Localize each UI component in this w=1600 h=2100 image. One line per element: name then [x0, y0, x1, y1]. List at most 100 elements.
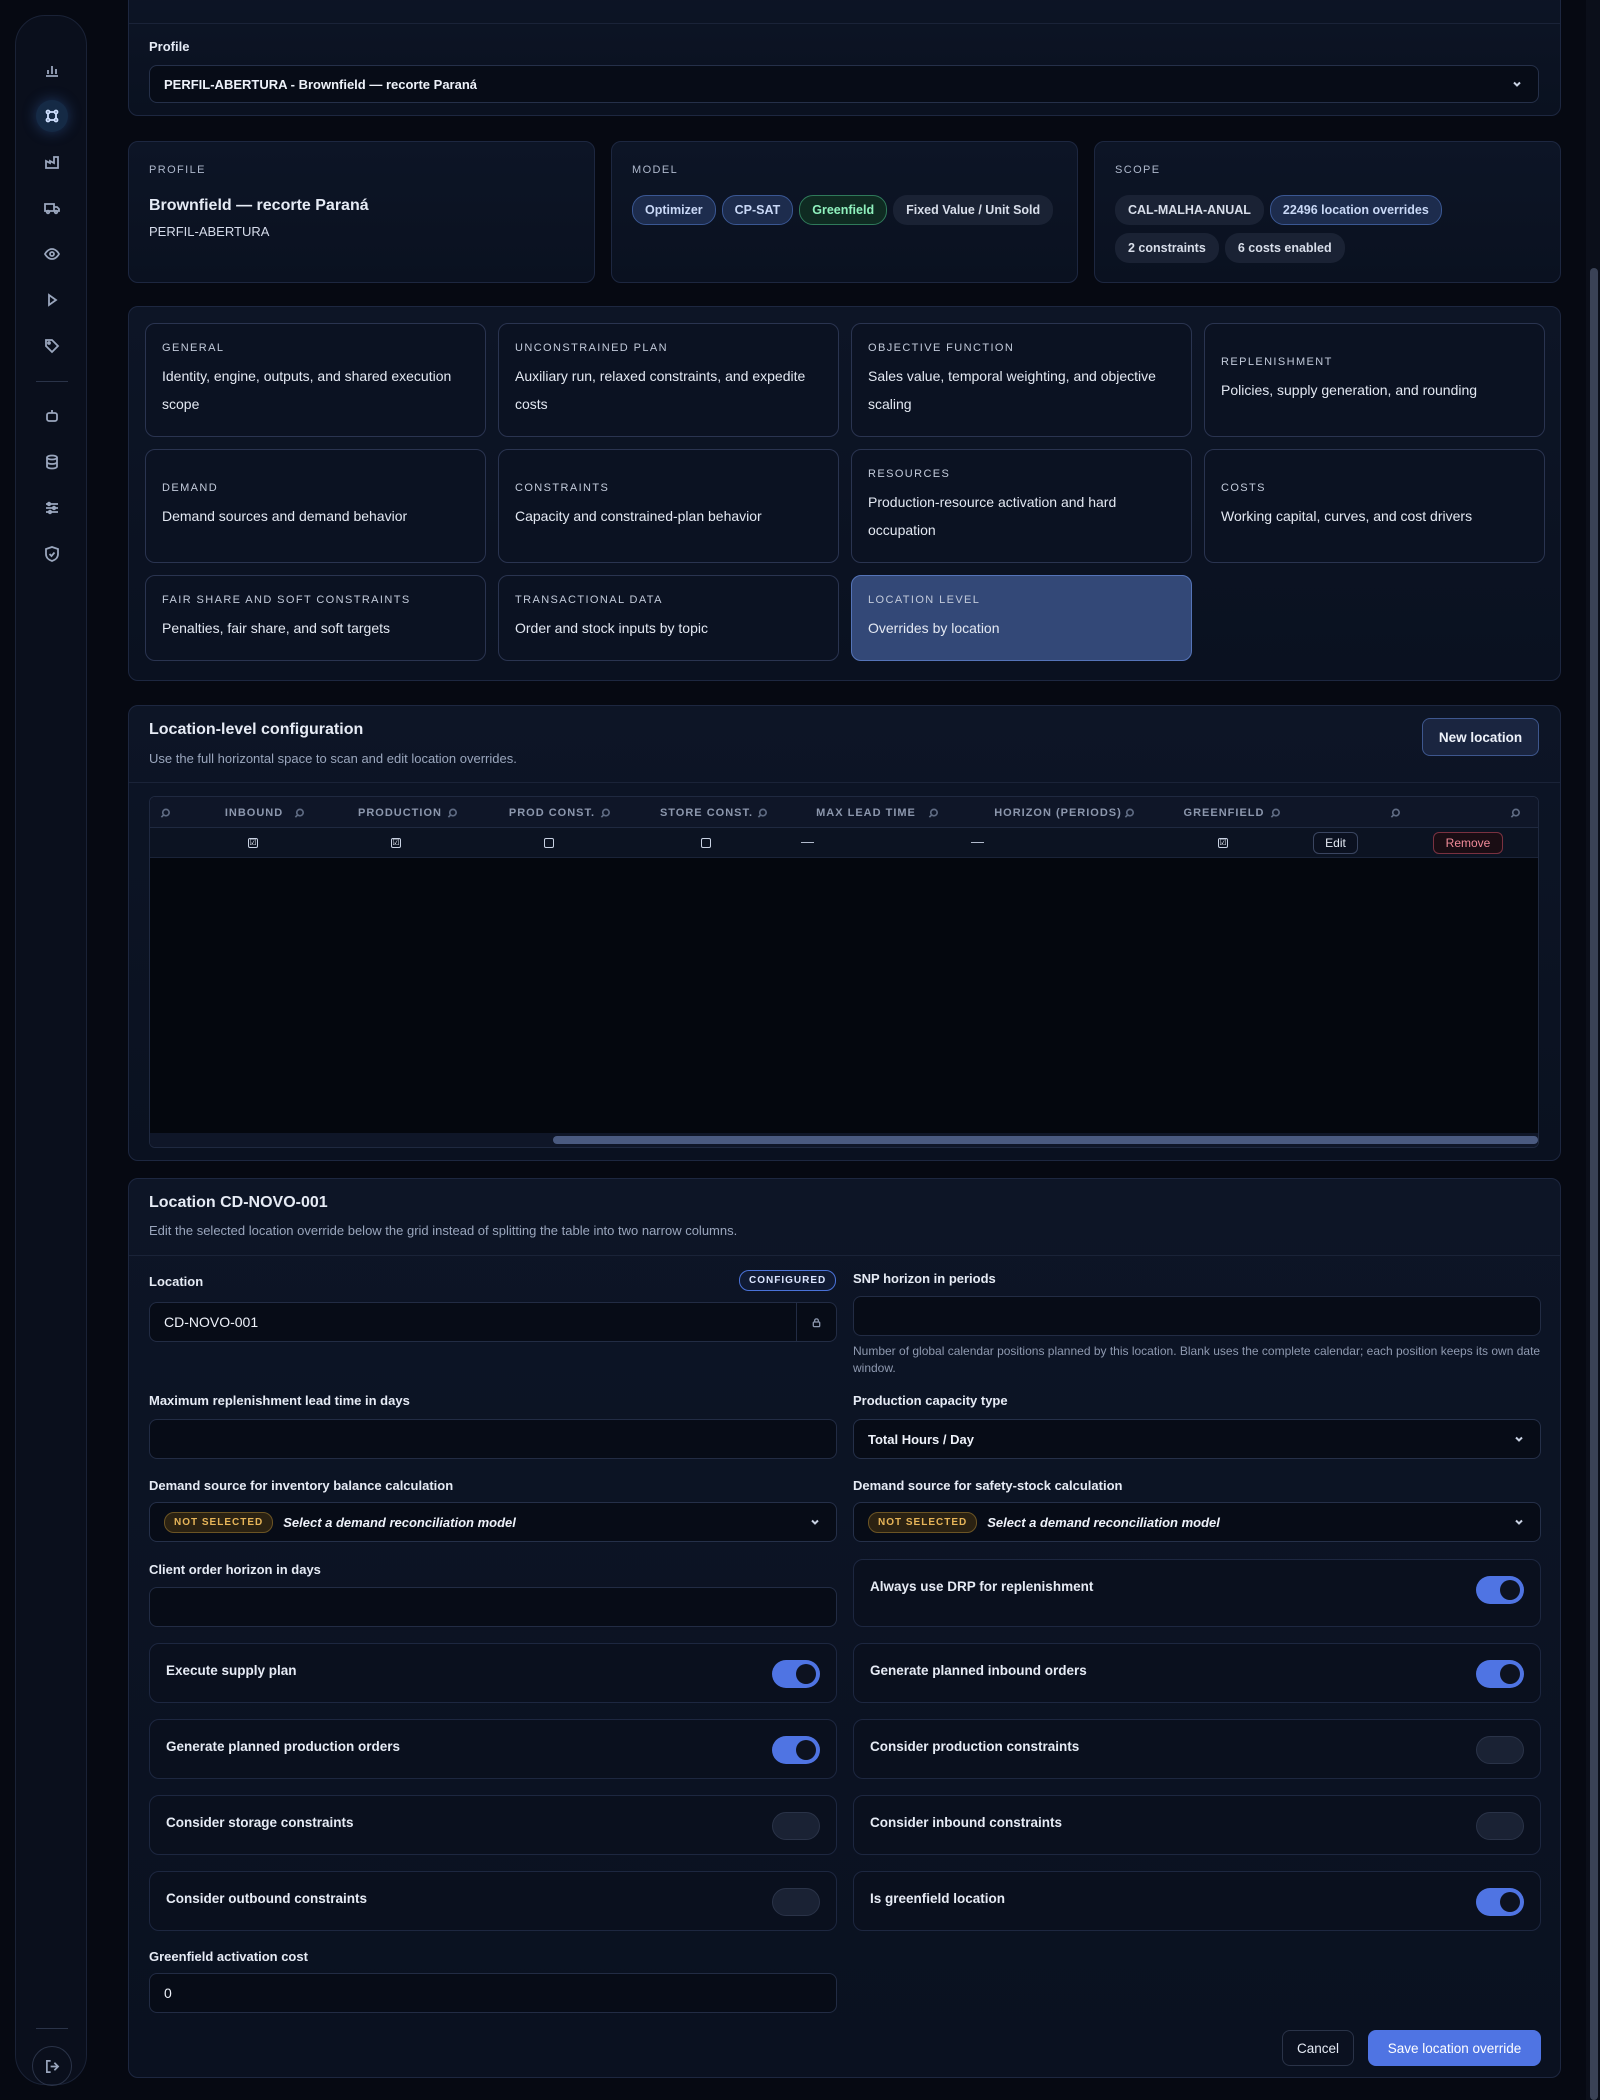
section-title: DEMAND	[162, 482, 219, 494]
column-search-icon[interactable]	[1510, 806, 1521, 818]
column-search-icon[interactable]	[1124, 806, 1135, 818]
toggle-switch[interactable]	[772, 1660, 820, 1688]
toggle-switch[interactable]	[1476, 1736, 1524, 1764]
store-const-checkbox[interactable]	[701, 838, 711, 848]
robot-icon[interactable]	[36, 400, 68, 432]
chevron-down-icon	[1510, 1430, 1528, 1448]
column-search-icon[interactable]	[294, 806, 305, 818]
section-card-demand[interactable]: DEMAND Demand sources and demand behavior	[145, 449, 486, 563]
production-checkbox[interactable]: ☑	[391, 838, 401, 848]
tag-icon[interactable]	[36, 330, 68, 362]
toggle-switch[interactable]	[772, 1812, 820, 1840]
database-icon[interactable]	[36, 446, 68, 478]
profile-panel: Profile PERFIL-ABERTURA - Brownfield — r…	[128, 0, 1561, 116]
column-search-icon[interactable]	[447, 806, 458, 818]
toggle-outbound-constraints[interactable]: Consider outbound constraints	[149, 1871, 837, 1931]
toggle-switch[interactable]	[1476, 1576, 1524, 1604]
column-search-icon[interactable]	[1390, 806, 1401, 818]
eye-icon[interactable]	[36, 238, 68, 270]
play-icon[interactable]	[36, 284, 68, 316]
location-config-subtitle: Use the full horizontal space to scan an…	[149, 751, 517, 766]
network-icon[interactable]	[36, 100, 68, 132]
edit-row-button[interactable]: Edit	[1313, 832, 1358, 854]
section-title: OBJECTIVE FUNCTION	[868, 342, 1015, 354]
toggle-planned-inbound[interactable]: Generate planned inbound orders	[853, 1643, 1541, 1703]
section-card-unconstrained-plan[interactable]: UNCONSTRAINED PLAN Auxiliary run, relaxed…	[498, 323, 839, 437]
toggle-label: Consider outbound constraints	[166, 1891, 367, 1906]
column-max-lead-time[interactable]: MAX LEAD TIME	[798, 797, 934, 828]
section-card-replenishment[interactable]: REPLENISHMENT Policies, supply generation…	[1204, 323, 1545, 437]
toggle-storage-constraints[interactable]: Consider storage constraints	[149, 1795, 837, 1855]
section-desc: Capacity and constrained-plan behavior	[515, 508, 762, 524]
greenfield-checkbox[interactable]: ☑	[1218, 838, 1228, 848]
toggle-switch[interactable]	[772, 1888, 820, 1916]
new-location-button[interactable]: New location	[1422, 718, 1539, 756]
toggle-label: Consider inbound constraints	[870, 1815, 1063, 1830]
scope-summary-card: SCOPE CAL-MALHA-ANUAL 22496 location over…	[1094, 141, 1561, 283]
safety-stock-demand-select[interactable]: NOT SELECTED Select a demand reconciliat…	[853, 1502, 1541, 1542]
location-input[interactable]: CD-NOVO-001	[149, 1302, 837, 1342]
section-nav: GENERAL Identity, engine, outputs, and sh…	[128, 306, 1561, 681]
toggle-greenfield-location[interactable]: Is greenfield location	[853, 1871, 1541, 1931]
chevron-down-icon	[1508, 75, 1526, 93]
section-desc: Working capital, curves, and cost driver…	[1221, 508, 1473, 524]
profile-select[interactable]: PERFIL-ABERTURA - Brownfield — recorte P…	[149, 65, 1539, 103]
column-search-icon[interactable]	[757, 806, 768, 818]
section-card-transactional-data[interactable]: TRANSACTIONAL DATA Order and stock inputs…	[498, 575, 839, 661]
bar-chart-icon[interactable]	[36, 54, 68, 86]
chip-optimizer: Optimizer	[632, 195, 716, 225]
toggle-label: Always use DRP for replenishment	[870, 1579, 1094, 1594]
client-horizon-input[interactable]	[149, 1587, 837, 1627]
remove-row-button[interactable]: Remove	[1433, 832, 1503, 854]
section-card-location-level[interactable]: LOCATION LEVEL Overrides by location	[851, 575, 1192, 661]
section-card-resources[interactable]: RESOURCES Production-resource activation …	[851, 449, 1192, 563]
logout-icon[interactable]	[32, 2046, 72, 2086]
toggle-always-drp[interactable]: Always use DRP for replenishment	[853, 1559, 1541, 1627]
horizontal-scrollbar[interactable]	[150, 1133, 1538, 1147]
toggle-switch[interactable]	[1476, 1888, 1524, 1916]
toggle-execute-supply-plan[interactable]: Execute supply plan	[149, 1643, 837, 1703]
profile-label: Profile	[149, 39, 190, 54]
column-search-icon[interactable]	[1270, 806, 1281, 818]
not-selected-badge: NOT SELECTED	[164, 1511, 274, 1533]
prod-const-checkbox[interactable]	[544, 838, 554, 848]
inventory-demand-select[interactable]: NOT SELECTED Select a demand reconciliat…	[149, 1502, 837, 1542]
section-title: LOCATION LEVEL	[868, 594, 981, 606]
column-search-icon[interactable]	[600, 806, 611, 818]
table-row[interactable]: ☑ ☑ — — ☑ Edit Remove	[150, 828, 1538, 858]
location-input-value: CD-NOVO-001	[164, 1314, 259, 1330]
section-desc: Production-resource activation and hard …	[868, 494, 1117, 538]
toggle-switch[interactable]	[1476, 1812, 1524, 1840]
toggle-inbound-constraints[interactable]: Consider inbound constraints	[853, 1795, 1541, 1855]
toggle-switch[interactable]	[772, 1736, 820, 1764]
chip-greenfield: Greenfield	[799, 195, 888, 225]
section-card-objective-function[interactable]: OBJECTIVE FUNCTION Sales value, temporal …	[851, 323, 1192, 437]
chip-cp-sat: CP-SAT	[721, 195, 794, 225]
inbound-checkbox[interactable]: ☑	[248, 838, 258, 848]
section-desc: Policies, supply generation, and roundin…	[1221, 382, 1478, 398]
truck-icon[interactable]	[36, 192, 68, 224]
max-lead-time-input[interactable]	[149, 1419, 837, 1459]
toggle-production-constraints[interactable]: Consider production constraints	[853, 1719, 1541, 1779]
toggle-switch[interactable]	[1476, 1660, 1524, 1688]
column-search-icon[interactable]	[928, 806, 939, 818]
toggle-planned-production[interactable]: Generate planned production orders	[149, 1719, 837, 1779]
save-location-override-button[interactable]: Save location override	[1368, 2030, 1541, 2066]
sliders-icon[interactable]	[36, 492, 68, 524]
snp-horizon-input[interactable]	[853, 1296, 1541, 1336]
cancel-button[interactable]: Cancel	[1282, 2030, 1354, 2066]
section-card-general[interactable]: GENERAL Identity, engine, outputs, and sh…	[145, 323, 486, 437]
section-card-constraints[interactable]: CONSTRAINTS Capacity and constrained-plan…	[498, 449, 839, 563]
toggle-label: Is greenfield location	[870, 1891, 1006, 1906]
snp-horizon-label: SNP horizon in periods	[853, 1271, 996, 1286]
shield-icon[interactable]	[36, 538, 68, 570]
configured-badge: CONFIGURED	[739, 1270, 837, 1291]
capacity-type-select[interactable]: Total Hours / Day	[853, 1419, 1541, 1459]
section-card-costs[interactable]: COSTS Working capital, curves, and cost d…	[1204, 449, 1545, 563]
greenfield-cost-input[interactable]: 0	[149, 1973, 837, 2013]
page-scrollbar[interactable]	[1586, 0, 1600, 2100]
section-desc: Demand sources and demand behavior	[162, 508, 408, 524]
section-card-fair-share[interactable]: FAIR SHARE AND SOFT CONSTRAINTS Penalties…	[145, 575, 486, 661]
column-search-icon[interactable]	[160, 806, 171, 818]
factory-icon[interactable]	[36, 146, 68, 178]
